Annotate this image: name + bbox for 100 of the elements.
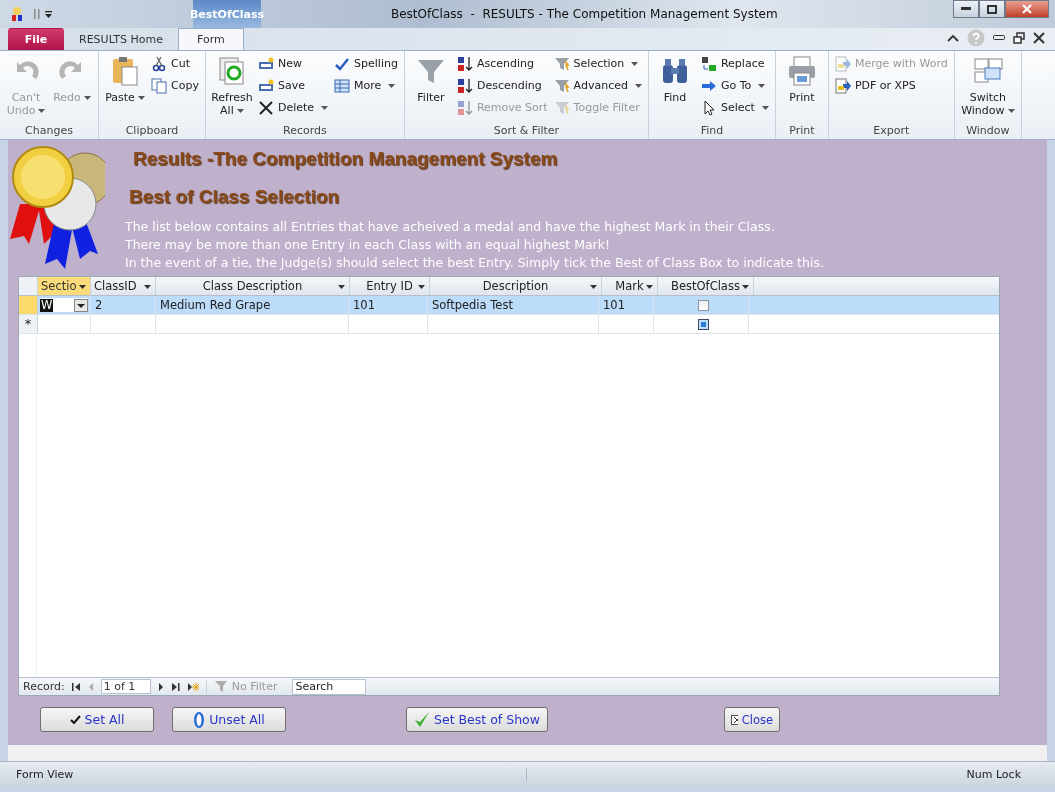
new-record-icon[interactable] — [186, 682, 199, 691]
dropdown-arrow-icon — [646, 285, 653, 289]
form-title: Results -The Competition Management System — [133, 148, 559, 170]
filter-icon — [214, 680, 229, 693]
column-header[interactable]: ClassID — [91, 277, 156, 295]
last-record-icon[interactable] — [170, 682, 180, 691]
ribbon-button[interactable]: PDF or XPS — [832, 75, 950, 96]
file-tab[interactable]: File — [8, 28, 64, 50]
ribbon-button[interactable]: Copy — [149, 75, 201, 96]
column-header[interactable]: Class Description — [156, 277, 350, 295]
dropdown-arrow-icon — [338, 285, 345, 289]
record-label: Record: — [23, 680, 65, 693]
ribbon-tab[interactable]: RESULTS Home — [66, 28, 176, 50]
ribbon-button[interactable]: Save — [255, 75, 331, 96]
description-text: In the event of a tie, the Judge(s) should select the best Entry. Simply tick the Best of Class Box to indicate this. — [125, 254, 824, 272]
oval-icon — [193, 710, 206, 729]
quick-access-menu-icon[interactable] — [33, 8, 55, 20]
dropdown-arrow-icon — [418, 285, 425, 289]
status-indicator: Num Lock — [966, 767, 1022, 781]
description-text: The list below contains all Entries that have acheived a medal and have the highest Mark in their Class. — [125, 218, 776, 236]
form-button[interactable]: Close — [724, 707, 780, 732]
checkbox[interactable] — [697, 299, 709, 311]
maximize-icon — [987, 4, 997, 14]
ribbon-group-label: Changes — [24, 124, 74, 139]
window-title: BestOfClass - RESULTS - The Competition Management System — [390, 7, 779, 21]
ribbon-button[interactable]: Ascending — [454, 53, 550, 74]
ribbon-group-label: Window — [965, 124, 1011, 139]
ribbon-button[interactable]: Refresh All — [209, 53, 254, 124]
form-button[interactable]: Unset All — [172, 707, 286, 732]
selection-icon — [553, 55, 570, 72]
minimize-icon[interactable] — [993, 35, 1005, 41]
form-button[interactable]: Set All — [40, 707, 154, 732]
ribbon-button[interactable]: New — [255, 53, 331, 74]
ribbon-button[interactable]: Switch Window — [958, 53, 1017, 124]
table-cell: Softpedia Test — [428, 296, 599, 314]
ribbon-group-label: Clipboard — [124, 124, 180, 139]
table-cell: 101 — [349, 296, 428, 314]
column-header[interactable]: Sectio — [38, 277, 91, 295]
check-icon — [69, 715, 81, 724]
delete-icon — [257, 99, 274, 116]
ribbon-button[interactable]: Replace — [698, 53, 771, 74]
replace-icon — [700, 55, 717, 72]
ribbon-button[interactable]: Filter — [408, 53, 453, 124]
table-cell: 101 — [599, 296, 654, 314]
cut-icon — [151, 55, 167, 72]
record-position-field[interactable]: 1 of 1 — [100, 679, 151, 694]
close-button[interactable] — [1005, 0, 1049, 18]
form-button[interactable]: Set Best of Show — [406, 707, 548, 732]
minimize-button[interactable] — [953, 0, 979, 18]
checkbox[interactable] — [697, 318, 709, 330]
ribbon-button[interactable]: Advanced — [551, 75, 644, 96]
descending-icon — [456, 77, 473, 94]
advanced-icon — [553, 77, 570, 94]
ribbon-group-label: Print — [788, 124, 816, 139]
restore-icon[interactable] — [1013, 32, 1025, 44]
dropdown-arrow-icon — [590, 285, 597, 289]
description-text: There may be more than one Entry in each Class with an equal highest Mark! — [125, 236, 611, 254]
ribbon-button[interactable]: Spelling — [332, 53, 400, 74]
ribbon-tab[interactable]: Form — [177, 28, 244, 50]
dropdown-arrow-icon — [79, 285, 86, 289]
column-header[interactable]: Entry ID — [350, 277, 430, 295]
save-icon — [257, 77, 274, 94]
ribbon-button[interactable]: Selection — [551, 53, 644, 74]
merge-icon — [834, 55, 851, 72]
ribbon-group-label: Records — [282, 124, 328, 139]
ribbon-button[interactable]: Print — [779, 53, 824, 124]
ribbon-group-label: Export — [872, 124, 911, 139]
first-record-icon[interactable] — [71, 682, 81, 691]
status-text: Form View — [0, 767, 527, 781]
ribbon-group-label: Find — [699, 124, 725, 139]
ribbon-button[interactable]: Cut — [149, 53, 201, 74]
ribbon-button[interactable]: Descending — [454, 75, 550, 96]
combo-field[interactable]: W — [40, 298, 88, 312]
record-selector[interactable]: * — [19, 315, 38, 333]
ribbon-button[interactable]: Select — [698, 97, 771, 118]
app-icon[interactable] — [9, 6, 25, 22]
ribbon-button[interactable]: Paste — [103, 53, 147, 124]
form-subtitle: Best of Class Selection — [129, 186, 341, 208]
new-icon — [257, 55, 274, 72]
ribbon-button[interactable]: Go To — [698, 75, 771, 96]
remove-sort-icon — [456, 99, 473, 116]
pdf-icon — [834, 77, 851, 94]
ribbon-group-label: Sort & Filter — [492, 124, 561, 139]
toggle-filter-icon — [553, 99, 570, 116]
dropdown-arrow-icon — [742, 285, 749, 289]
ribbon-button[interactable]: Delete — [255, 97, 331, 118]
column-header[interactable]: BestOfClass — [658, 277, 754, 295]
ribbon-button[interactable]: More — [332, 75, 400, 96]
maximize-button[interactable] — [979, 0, 1005, 18]
column-header[interactable]: Mark — [602, 277, 658, 295]
more-icon — [334, 77, 351, 94]
column-header[interactable]: Description — [430, 277, 602, 295]
dropdown-arrow-icon — [144, 285, 151, 289]
ribbon-button[interactable]: Find — [652, 53, 697, 124]
table-cell: Medium Red Grape — [156, 296, 349, 314]
collapse-ribbon-icon[interactable] — [947, 34, 959, 42]
next-record-icon[interactable] — [157, 682, 164, 691]
table-cell: 2 — [91, 296, 156, 314]
copy-icon — [151, 77, 167, 94]
search-field[interactable]: Search — [292, 678, 367, 695]
